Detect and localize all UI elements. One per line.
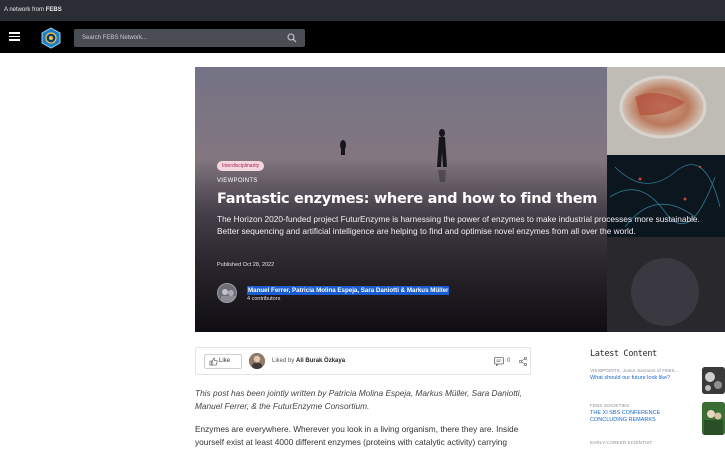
search-icon[interactable] xyxy=(287,33,297,43)
thumbnail-image-icon xyxy=(702,402,725,435)
latest-item-title[interactable]: THE XI SBS CONFERENCE CONCLUDING REMARKS xyxy=(590,410,698,424)
febs-brand-link[interactable]: FEBS xyxy=(46,7,62,13)
network-strip: A network from FEBS xyxy=(0,0,725,21)
search-bar[interactable]: Search FEBS Network... xyxy=(74,29,305,47)
section-kicker[interactable]: VIEWPOINTS xyxy=(217,178,258,184)
thumbnail-image-icon xyxy=(702,367,725,394)
author-avatar[interactable] xyxy=(217,283,237,303)
latest-item-thumbnail[interactable] xyxy=(702,367,725,394)
contributors-count[interactable]: 4 contributors xyxy=(247,296,280,302)
article-body: Enzymes are everywhere. Wherever you loo… xyxy=(195,424,519,447)
like-button[interactable]: Like xyxy=(204,354,242,369)
latest-item-thumbnail[interactable] xyxy=(702,402,725,435)
post-action-bar: Like Liked by Ali Burak Özkaya 0 xyxy=(195,347,531,375)
main-navbar: Search FEBS Network... xyxy=(0,21,725,53)
menu-icon[interactable] xyxy=(9,32,20,41)
febs-logo-icon[interactable] xyxy=(40,27,62,49)
user-avatar-icon xyxy=(249,353,265,369)
share-icon[interactable] xyxy=(519,357,527,366)
network-prefix: A network from xyxy=(4,7,45,13)
published-date: Published Oct 28, 2022 xyxy=(217,262,275,268)
hero-subtitle: The Horizon 2020-funded project FuturEnz… xyxy=(217,214,700,236)
liked-by-name[interactable]: Ali Burak Özkaya xyxy=(296,358,345,364)
latest-item-title[interactable]: What should our future look like? xyxy=(590,375,698,382)
thumbs-up-icon xyxy=(209,357,218,366)
latest-item-category[interactable]: FEBS SOCIETIES xyxy=(590,403,698,408)
comment-count: 0 xyxy=(507,358,511,364)
latest-content-heading: Latest Content xyxy=(590,349,657,359)
latest-item-category[interactable]: EARLY-CAREER SCIENTIST xyxy=(590,440,698,445)
category-tag[interactable]: Interdisciplinarity xyxy=(217,161,265,171)
like-label: Like xyxy=(219,358,231,364)
liked-by-text: Liked by Ali Burak Özkaya xyxy=(272,358,345,364)
latest-item[interactable]: VIEWPOINTS, Junior Sections of FEBS... W… xyxy=(590,368,698,382)
comment-icon[interactable] xyxy=(494,357,504,366)
article-intro: This post has been jointly written by Pa… xyxy=(195,388,522,411)
hero-banner: Interdisciplinarity VIEWPOINTS Fantastic… xyxy=(195,67,725,332)
search-input[interactable]: Search FEBS Network... xyxy=(82,29,147,47)
liked-by-prefix: Liked by xyxy=(272,358,295,364)
authors-link[interactable]: Manuel Ferrer, Patricia Molina Espeja, S… xyxy=(247,286,450,295)
liker-avatar[interactable] xyxy=(249,353,265,369)
latest-item[interactable]: FEBS SOCIETIES THE XI SBS CONFERENCE CON… xyxy=(590,403,698,424)
latest-item-category[interactable]: VIEWPOINTS, Junior Sections of FEBS... xyxy=(590,368,698,373)
page-title: Fantastic enzymes: where and how to find… xyxy=(217,191,598,207)
latest-item[interactable]: EARLY-CAREER SCIENTIST xyxy=(590,440,698,445)
